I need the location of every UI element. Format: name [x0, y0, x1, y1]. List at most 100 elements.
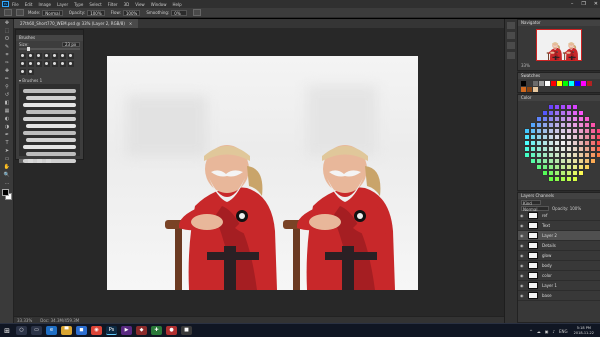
dodge-icon[interactable]: ◑ — [2, 124, 12, 131]
brush-preset[interactable] — [20, 61, 26, 67]
visibility-eye-icon[interactable]: ◉ — [520, 233, 525, 238]
brush-preset[interactable] — [52, 53, 58, 59]
app2-icon[interactable]: ✚ — [151, 326, 162, 335]
menu-type[interactable]: Type — [74, 2, 83, 7]
layers-panel[interactable]: Layers Channels Kind Normal Opacity: 100… — [517, 192, 600, 323]
healing-icon[interactable]: ✚ — [2, 68, 12, 75]
lasso-icon[interactable]: ʘ — [2, 36, 12, 43]
layer-blend-mode[interactable]: Normal — [521, 205, 549, 212]
color-swatch[interactable] — [563, 81, 568, 86]
layer-row[interactable]: ◉ ref — [518, 211, 600, 221]
menu-view[interactable]: View — [135, 2, 145, 7]
app-icon[interactable]: ◆ — [136, 326, 147, 335]
brush-stroke-preview[interactable] — [23, 159, 76, 163]
minimize-icon[interactable]: – — [571, 1, 574, 7]
visibility-eye-icon[interactable]: ◉ — [520, 263, 525, 268]
navigator-panel[interactable]: Navigator 33% — [517, 19, 600, 71]
start-button[interactable]: ⊞ — [0, 324, 14, 337]
marquee-icon[interactable]: ⬚ — [2, 28, 12, 35]
color-cell[interactable] — [596, 176, 600, 182]
menu-3d[interactable]: 3D — [124, 2, 130, 7]
brush-preset[interactable] — [44, 61, 50, 67]
brush-stroke-preview[interactable] — [26, 110, 76, 114]
opacity-field[interactable]: 100% — [87, 9, 105, 16]
menu-image[interactable]: Image — [38, 2, 51, 7]
settings-gear-icon[interactable] — [193, 9, 202, 16]
tray-icon[interactable]: ^ — [529, 329, 532, 334]
color-swatch[interactable] — [575, 81, 580, 86]
brush-stroke-preview[interactable] — [26, 138, 76, 142]
layer-row[interactable]: ◉ Layer 1 — [518, 281, 600, 291]
brush-preset[interactable] — [68, 61, 74, 67]
color-panel[interactable]: Color — [517, 94, 600, 191]
zoom-icon[interactable]: 🔍 — [2, 172, 12, 179]
layer-opacity[interactable]: Opacity: 100% — [552, 206, 581, 211]
close-tab-icon[interactable]: × — [129, 19, 132, 28]
color-swatch[interactable] — [581, 81, 586, 86]
media-icon[interactable]: ▶ — [121, 326, 132, 335]
brush-stroke-preview[interactable] — [26, 96, 76, 100]
history-icon[interactable] — [507, 22, 515, 29]
color-swatch[interactable] — [527, 81, 532, 86]
crop-icon[interactable]: ⌗ — [2, 52, 12, 59]
menu-layer[interactable]: Layer — [57, 2, 68, 7]
visibility-eye-icon[interactable]: ◉ — [520, 213, 525, 218]
layer-row[interactable]: ◉ Text — [518, 221, 600, 231]
brush-preset[interactable] — [60, 53, 66, 59]
brush-stroke-preview[interactable] — [23, 117, 76, 121]
color-swatch[interactable] — [551, 81, 556, 86]
visibility-eye-icon[interactable]: ◉ — [520, 293, 525, 298]
visibility-eye-icon[interactable]: ◉ — [520, 283, 525, 288]
eraser-icon[interactable]: ◧ — [2, 100, 12, 107]
brush-stroke-preview[interactable] — [23, 145, 76, 149]
tool-preset-icon[interactable] — [4, 9, 12, 16]
close-icon[interactable]: ✕ — [594, 1, 598, 7]
explorer-icon[interactable]: ▀ — [61, 326, 72, 335]
brush-preset[interactable] — [36, 53, 42, 59]
clone-stamp-icon[interactable]: ⚲ — [2, 84, 12, 91]
hand-icon[interactable]: ✋ — [2, 164, 12, 171]
brush-preset[interactable] — [28, 53, 34, 59]
layer-row[interactable]: ◉ glow — [518, 251, 600, 261]
tray-icon[interactable]: ♪ — [552, 329, 555, 334]
brush-size-field[interactable]: 23 px — [62, 41, 80, 47]
edge-icon[interactable]: e — [46, 326, 57, 335]
photoshop-taskbar-icon[interactable]: Ps — [106, 326, 117, 335]
brush-group-row[interactable]: ▾ Brushes 1 — [16, 78, 83, 83]
brush-preset-icon[interactable] — [16, 9, 24, 16]
eyedropper-icon[interactable]: ✑ — [2, 60, 12, 67]
color-swatch[interactable] — [587, 81, 592, 86]
app4-icon[interactable]: ■ — [181, 326, 192, 335]
layer-row[interactable]: ◉ base — [518, 291, 600, 301]
layer-kind-filter[interactable]: Kind — [521, 199, 541, 206]
color-swatch[interactable] — [527, 87, 532, 92]
brush-size-slider[interactable] — [19, 47, 80, 51]
brush-stroke-preview[interactable] — [23, 103, 76, 107]
brush-stroke-preview[interactable] — [23, 131, 76, 135]
move-icon[interactable]: ✥ — [2, 20, 12, 27]
brush-preset[interactable] — [36, 61, 42, 67]
menu-window[interactable]: Window — [151, 2, 167, 7]
tray-icon[interactable]: ▣ — [545, 329, 549, 334]
navigator-panel-title[interactable]: Navigator — [518, 20, 600, 26]
visibility-eye-icon[interactable]: ◉ — [520, 273, 525, 278]
restore-icon[interactable]: ❐ — [581, 1, 585, 7]
gradient-icon[interactable]: ▦ — [2, 108, 12, 115]
navigator-zoom[interactable]: 33% — [518, 61, 600, 68]
brush-stroke-list[interactable] — [19, 84, 80, 163]
color-swatch[interactable] — [533, 81, 538, 86]
visibility-eye-icon[interactable]: ◉ — [520, 253, 525, 258]
brush-preset[interactable] — [28, 69, 34, 75]
color-swatch[interactable] — [557, 81, 562, 86]
layer-row[interactable]: ◉ body — [518, 261, 600, 271]
clock[interactable]: 5:18 PM 2018-11-22 — [574, 326, 594, 336]
brush-stroke-preview[interactable] — [26, 152, 76, 156]
color-swatch[interactable] — [539, 81, 544, 86]
document-tab[interactable]: 27th60_Short770_WEM.psd @ 33% (Layer 2, … — [14, 19, 139, 28]
slider-knob[interactable] — [27, 47, 30, 51]
chrome-icon[interactable]: ◉ — [91, 326, 102, 335]
brush-preset[interactable] — [20, 53, 26, 59]
color-swatch[interactable] — [545, 81, 550, 86]
brush-preset[interactable] — [28, 61, 34, 67]
brush-preset[interactable] — [44, 53, 50, 59]
